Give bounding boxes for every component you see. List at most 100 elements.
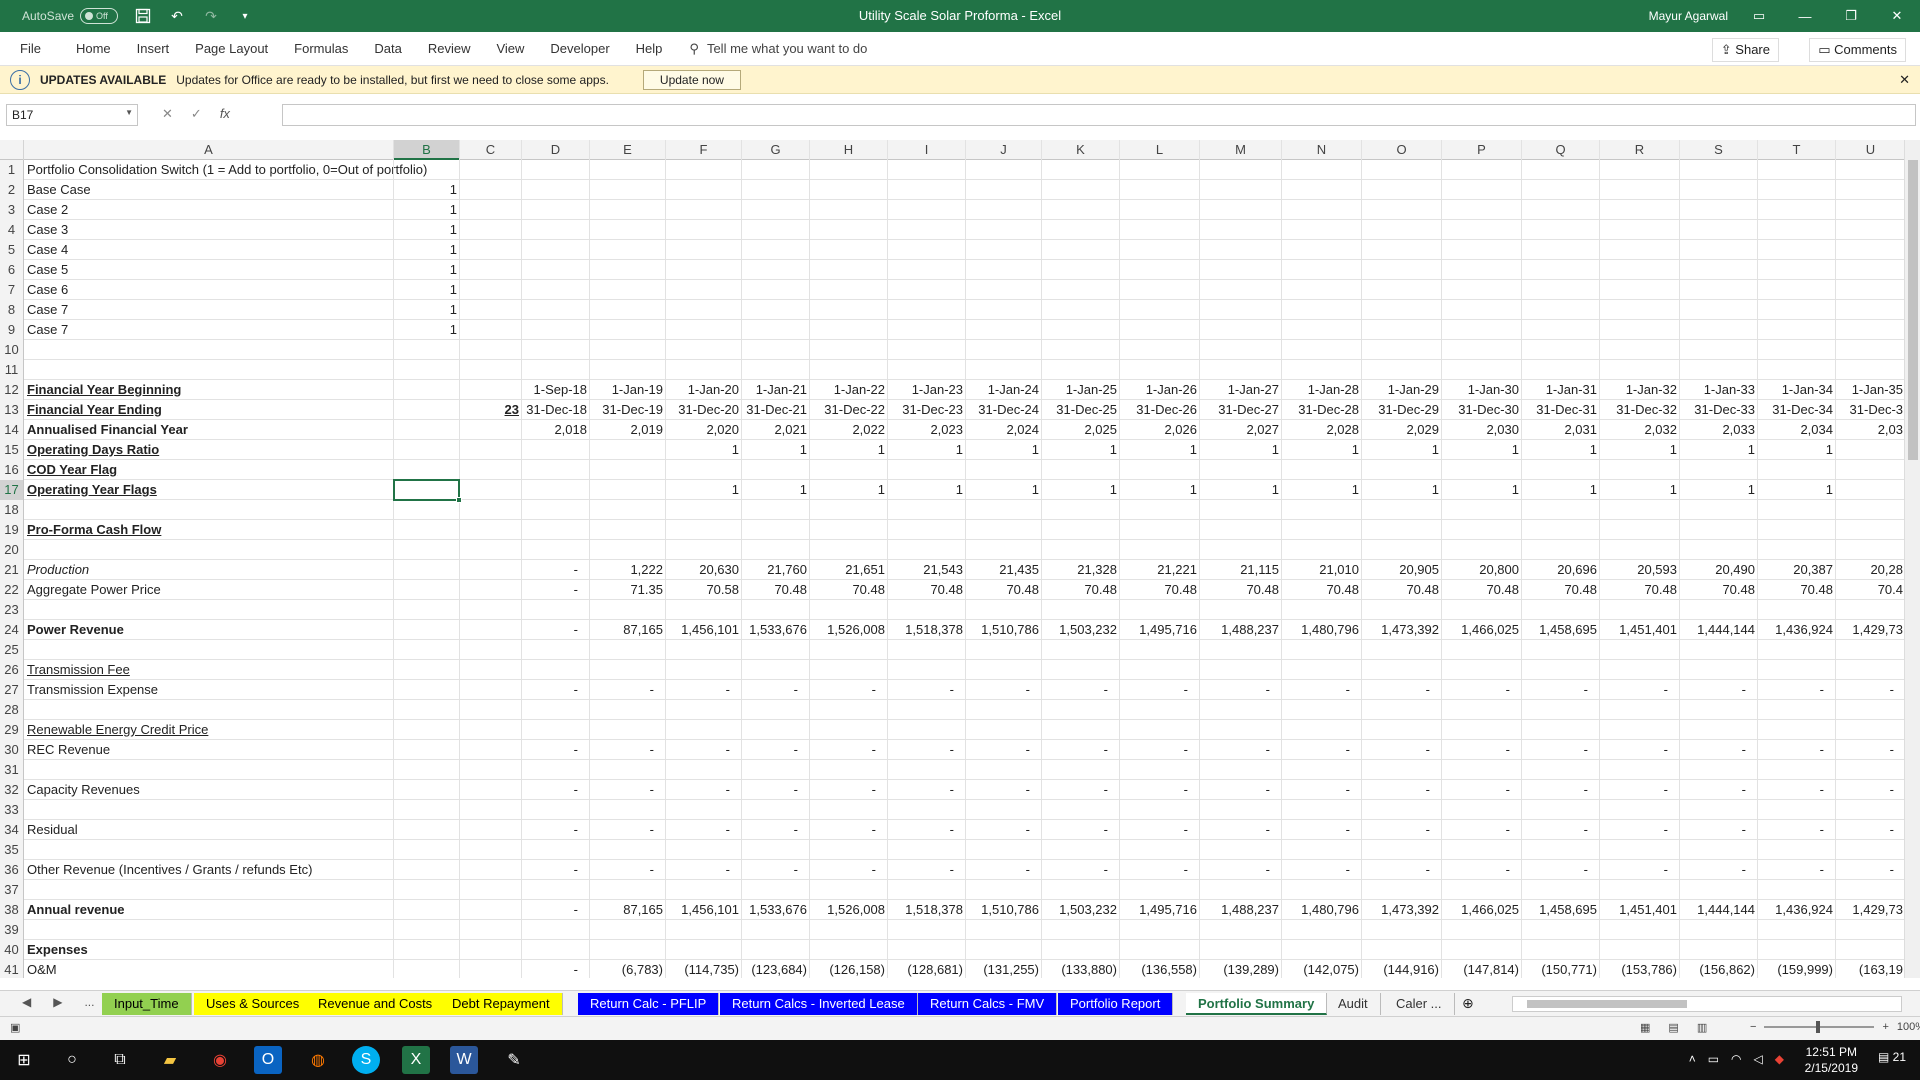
row-header[interactable]: 7 — [0, 280, 24, 300]
clock[interactable]: 12:51 PM 2/15/2019 — [1805, 1044, 1858, 1076]
cell-label[interactable]: Other Revenue (Incentives / Grants / ref… — [24, 860, 315, 880]
cell-value[interactable]: - — [522, 820, 590, 840]
cell-value[interactable]: - — [810, 820, 888, 840]
column-header[interactable]: S — [1680, 140, 1758, 160]
cell-value[interactable]: - — [1836, 860, 1906, 880]
cell-value[interactable]: 1,503,232 — [1042, 620, 1120, 640]
cell-value[interactable]: 20,387 — [1758, 560, 1836, 580]
row-header[interactable]: 38 — [0, 900, 24, 920]
cell-value[interactable]: - — [1522, 680, 1600, 700]
cell-value[interactable]: (153,786) — [1600, 960, 1680, 978]
cell-value[interactable]: - — [1042, 740, 1120, 760]
cell-value[interactable]: - — [966, 860, 1042, 880]
cell-value[interactable]: 1,480,796 — [1282, 900, 1362, 920]
cell-value[interactable]: 2,025 — [1042, 420, 1120, 440]
cell-value[interactable]: 1-Jan-25 — [1042, 380, 1120, 400]
cell-value[interactable]: 2,03 — [1836, 420, 1906, 440]
cell-label[interactable]: COD Year Flag — [24, 460, 120, 480]
cell-value[interactable]: - — [1282, 780, 1362, 800]
sheet-tab[interactable]: Revenue and Costs — [306, 993, 446, 1015]
cell-value[interactable]: 31-Dec-3 — [1836, 400, 1906, 420]
tab-insert[interactable]: Insert — [124, 41, 183, 56]
cell-value[interactable]: 21,115 — [1200, 560, 1282, 580]
cell-value[interactable]: 1 — [888, 480, 966, 500]
cell-value[interactable]: - — [742, 780, 810, 800]
task-view-icon[interactable]: ⧉ — [106, 1046, 134, 1074]
cell-value[interactable]: (163,19 — [1836, 960, 1906, 978]
cell-value[interactable]: - — [1120, 780, 1200, 800]
column-header[interactable]: R — [1600, 140, 1680, 160]
cell-value[interactable]: 70.48 — [1120, 580, 1200, 600]
cell-value[interactable]: (150,771) — [1522, 960, 1600, 978]
cell-value[interactable]: 1,495,716 — [1120, 900, 1200, 920]
tab-developer[interactable]: Developer — [537, 41, 622, 56]
cell-value[interactable]: - — [888, 740, 966, 760]
cell-value[interactable]: 2,030 — [1442, 420, 1522, 440]
cell-value[interactable]: 1 — [1758, 440, 1836, 460]
cell-value[interactable]: 1,510,786 — [966, 620, 1042, 640]
cell-value[interactable]: 1-Jan-26 — [1120, 380, 1200, 400]
tab-help[interactable]: Help — [623, 41, 676, 56]
cell-label[interactable]: Power Revenue — [24, 620, 127, 640]
cell-value[interactable]: 87,165 — [590, 620, 666, 640]
cell-value[interactable]: 1,480,796 — [1282, 620, 1362, 640]
cell-value[interactable]: - — [1680, 860, 1758, 880]
cell-value[interactable]: (128,681) — [888, 960, 966, 978]
cell-value[interactable]: 1,222 — [590, 560, 666, 580]
cell-label[interactable]: Case 2 — [24, 200, 71, 220]
cell-value[interactable]: 1-Jan-32 — [1600, 380, 1680, 400]
excel-icon[interactable]: X — [402, 1046, 430, 1074]
cell-value[interactable]: 31-Dec-26 — [1120, 400, 1200, 420]
column-header[interactable]: B — [394, 140, 460, 160]
comments-button[interactable]: ▭ Comments — [1809, 38, 1906, 62]
cell-value[interactable]: 1-Sep-18 — [522, 380, 590, 400]
cell-value[interactable]: 31-Dec-21 — [742, 400, 810, 420]
cell-value[interactable]: 31-Dec-24 — [966, 400, 1042, 420]
cell-value[interactable]: 31-Dec-34 — [1758, 400, 1836, 420]
cell-value[interactable]: 70.48 — [1042, 580, 1120, 600]
cell-value[interactable]: 31-Dec-23 — [888, 400, 966, 420]
cell-value[interactable]: - — [590, 860, 666, 880]
word-icon[interactable]: W — [450, 1046, 478, 1074]
cell-value[interactable]: 20,800 — [1442, 560, 1522, 580]
column-header[interactable]: G — [742, 140, 810, 160]
cell-label[interactable]: Case 7 — [24, 320, 71, 340]
cell-label[interactable]: Aggregate Power Price — [24, 580, 164, 600]
cell-value[interactable]: 1,518,378 — [888, 620, 966, 640]
column-header[interactable]: O — [1362, 140, 1442, 160]
cell-value[interactable]: 1-Jan-21 — [742, 380, 810, 400]
cell-value[interactable]: 1 — [1042, 440, 1120, 460]
cell-value[interactable]: 1 — [742, 440, 810, 460]
cell-value[interactable]: (123,684) — [742, 960, 810, 978]
row-header[interactable]: 23 — [0, 600, 24, 620]
column-header[interactable]: Q — [1522, 140, 1600, 160]
cell-value[interactable]: 1-Jan-23 — [888, 380, 966, 400]
normal-view-icon[interactable]: ▦ — [1640, 1021, 1650, 1034]
close-icon[interactable]: ✕ — [1899, 72, 1910, 88]
cell-value[interactable]: - — [742, 820, 810, 840]
tab-data[interactable]: Data — [361, 41, 414, 56]
cell-value[interactable]: 1 — [394, 260, 460, 280]
column-header[interactable]: T — [1758, 140, 1836, 160]
cell-value[interactable]: 20,905 — [1362, 560, 1442, 580]
cell-value[interactable]: (156,862) — [1680, 960, 1758, 978]
row-header[interactable]: 8 — [0, 300, 24, 320]
cell-value[interactable]: 1 — [1680, 480, 1758, 500]
zoom-level[interactable]: 100% — [1897, 1021, 1920, 1033]
row-header[interactable]: 37 — [0, 880, 24, 900]
cell-label[interactable]: Operating Days Ratio — [24, 440, 162, 460]
cell-value[interactable]: 31-Dec-33 — [1680, 400, 1758, 420]
cell-value[interactable]: 31-Dec-25 — [1042, 400, 1120, 420]
sheet-tab[interactable]: Debt Repayment — [440, 993, 563, 1015]
cell-value[interactable]: - — [1120, 740, 1200, 760]
tab-file[interactable]: File — [0, 41, 63, 56]
cell-value[interactable]: 21,221 — [1120, 560, 1200, 580]
cell-value[interactable]: 21,435 — [966, 560, 1042, 580]
cell-value[interactable]: 1,488,237 — [1200, 620, 1282, 640]
cell-value[interactable]: - — [1442, 780, 1522, 800]
cell-value[interactable]: - — [810, 680, 888, 700]
cell-value[interactable]: (126,158) — [810, 960, 888, 978]
cell-value[interactable]: 1 — [1200, 440, 1282, 460]
cell-value[interactable]: 1-Jan-34 — [1758, 380, 1836, 400]
cell-value[interactable]: 1 — [1282, 480, 1362, 500]
